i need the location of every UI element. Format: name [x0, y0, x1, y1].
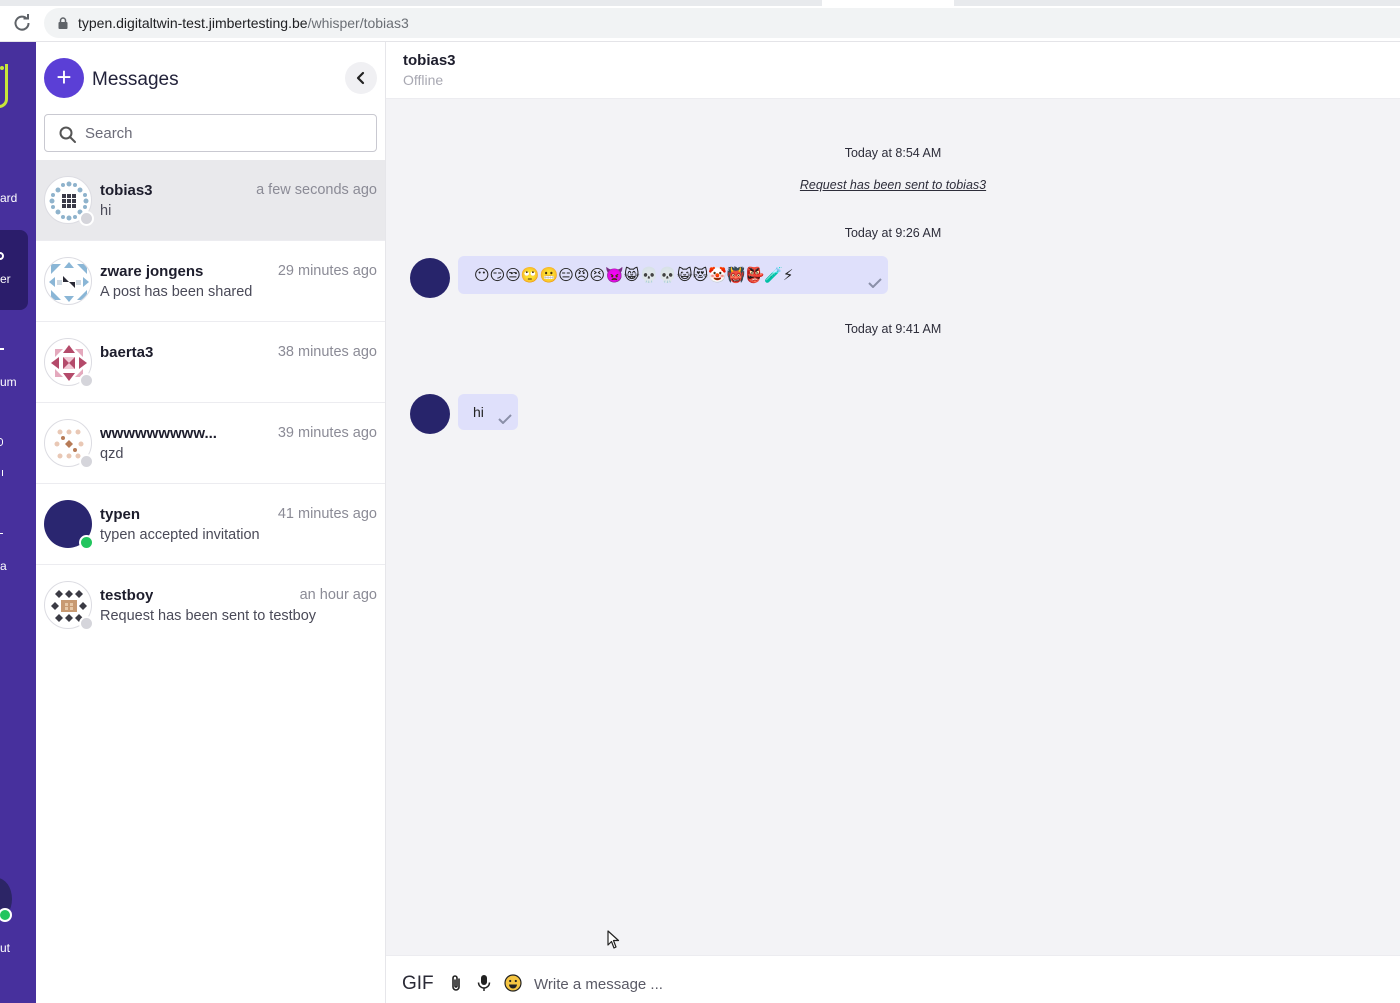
rail-item-whisper-label: er [0, 272, 11, 286]
conversation-item[interactable]: zware jongens 29 minutes ago A post has … [36, 241, 385, 322]
rail-item-media[interactable]: a [0, 559, 7, 573]
mouse-cursor-icon [607, 930, 620, 949]
rail-icon-forum [0, 348, 4, 350]
search-input[interactable] [85, 123, 365, 143]
rail-icon-apps [0, 438, 3, 446]
rail-item-forum[interactable]: um [0, 375, 17, 389]
offline-status-dot [79, 616, 94, 631]
check-icon [498, 414, 512, 424]
offline-status-dot [79, 373, 94, 388]
search-icon [59, 126, 76, 143]
online-status-dot [79, 535, 94, 550]
paperclip-icon[interactable] [448, 974, 466, 992]
message-bubble[interactable]: 😶😏😒🙄😬😑😠😣👿😸💀💀😺😻🤡👹👺🧪⚡ [458, 256, 888, 294]
conversation-time: 29 minutes ago [277, 263, 377, 279]
conversation-item[interactable]: baerta3 38 minutes ago [36, 322, 385, 403]
message-bubble[interactable]: hi [458, 394, 518, 430]
collapse-panel-button[interactable] [345, 62, 377, 94]
message-avatar[interactable] [410, 394, 450, 434]
message-timestamp: Today at 9:41 AM [844, 322, 942, 336]
app-logo[interactable] [0, 64, 8, 108]
lock-icon[interactable] [58, 16, 68, 29]
conversation-name: testboy [100, 587, 154, 604]
rail-icon-media [0, 533, 3, 536]
conversation-name: typen [100, 506, 141, 523]
message-input[interactable] [534, 974, 1334, 994]
conversation-name: zware jongens [100, 263, 204, 280]
chat-contact-name: tobias3 [403, 52, 456, 69]
rail-item-whisper-active[interactable]: er [0, 230, 28, 310]
url-path: /whisper/tobias3 [307, 15, 409, 31]
new-message-button[interactable]: + [44, 58, 84, 98]
offline-status-dot [79, 211, 94, 226]
emoji-icon[interactable] [504, 974, 522, 992]
conversation-preview: qzd [100, 446, 124, 462]
url-host: typen.digitaltwin-test.jimbertesting.be [78, 15, 308, 31]
conversation-list: tobias3 a few seconds ago hi zware jonge… [36, 160, 385, 646]
conversation-time: 41 minutes ago [277, 506, 377, 522]
system-message: Request has been sent to tobias3 [799, 178, 987, 192]
whisper-icon [0, 252, 4, 260]
conversation-name: tobias3 [100, 182, 153, 199]
reload-icon[interactable] [12, 13, 32, 33]
plus-icon: + [56, 62, 72, 92]
active-tab[interactable] [822, 0, 954, 6]
app-rail: ard er um a ut [0, 42, 36, 1003]
message-composer: GIF [386, 955, 1400, 1003]
conversation-item[interactable]: wwwwwwwww... 39 minutes ago qzd [36, 403, 385, 484]
chat-messages[interactable]: Today at 8:54 AM Request has been sent t… [386, 99, 1400, 955]
conversation-name: baerta3 [100, 344, 154, 361]
emoji-message: 😶😏😒🙄😬😑😠😣👿😸💀💀😺😻🤡👹👺🧪⚡ [474, 267, 794, 284]
avatar [44, 257, 92, 305]
conversation-preview: A post has been shared [100, 284, 253, 300]
conversation-time: 38 minutes ago [277, 344, 377, 360]
offline-status-dot [79, 454, 94, 469]
conversation-item[interactable]: typen 41 minutes ago typen accepted invi… [36, 484, 385, 565]
message-timestamp: Today at 8:54 AM [844, 146, 942, 160]
conversation-name: wwwwwwwww... [100, 425, 217, 442]
message-avatar[interactable] [410, 258, 450, 298]
conversation-item[interactable]: testboy an hour ago Request has been sen… [36, 565, 385, 646]
microphone-icon[interactable] [475, 974, 493, 992]
search-box [44, 114, 377, 152]
url-text[interactable]: typen.digitaltwin-test.jimbertesting.be/… [78, 15, 409, 31]
browser-toolbar: typen.digitaltwin-test.jimbertesting.be/… [0, 0, 1400, 42]
conversation-preview: typen accepted invitation [100, 527, 260, 543]
conversation-preview: Request has been sent to testboy [100, 608, 317, 624]
messages-panel: + Messages tobias3 a few seco [36, 42, 386, 1003]
rail-item-logout[interactable]: ut [0, 941, 10, 955]
conversation-item[interactable]: tobias3 a few seconds ago hi [36, 160, 385, 241]
logo-dot [0, 66, 4, 70]
chat-header: tobias3 Offline [386, 42, 1400, 99]
message-text: hi [473, 404, 484, 420]
panel-title: Messages [92, 69, 179, 90]
chat-contact-status: Offline [403, 72, 444, 88]
conversation-time: a few seconds ago [256, 182, 377, 198]
rail-item-dashboard[interactable]: ard [0, 191, 17, 205]
chevron-left-icon [356, 71, 365, 85]
conversation-time: 39 minutes ago [277, 425, 377, 441]
gif-button[interactable]: GIF [402, 973, 434, 995]
user-online-status [0, 908, 12, 922]
message-timestamp: Today at 9:26 AM [844, 226, 942, 240]
rail-icon-s [0, 470, 3, 476]
tab-strip [0, 0, 1400, 6]
conversation-time: an hour ago [299, 587, 377, 603]
conversation-preview: hi [100, 203, 112, 219]
check-icon [868, 278, 882, 288]
